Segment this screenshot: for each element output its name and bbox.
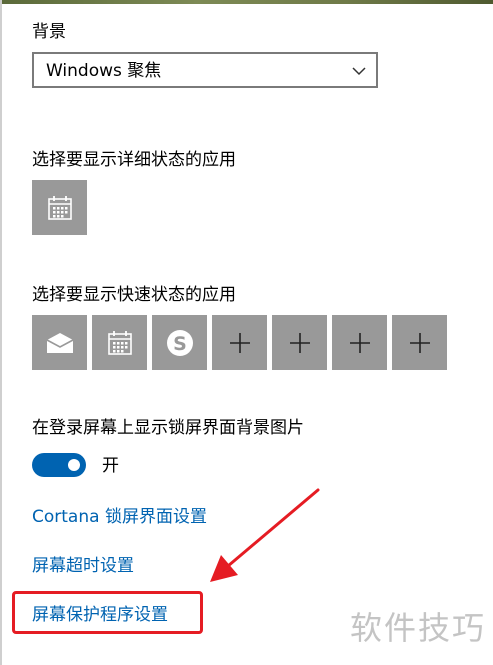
background-label: 背景 xyxy=(32,22,66,42)
detailed-status-label: 选择要显示详细状态的应用 xyxy=(32,150,236,170)
quick-status-add-slot-3[interactable] xyxy=(332,315,387,370)
quick-status-add-slot-2[interactable] xyxy=(272,315,327,370)
background-dropdown[interactable]: Windows 聚焦 xyxy=(32,52,378,88)
plus-icon xyxy=(229,332,250,353)
plus-icon xyxy=(289,332,310,353)
background-image-strip xyxy=(0,0,493,4)
quick-status-app-mail[interactable] xyxy=(32,315,87,370)
quick-status-app-skype[interactable]: S xyxy=(152,315,207,370)
plus-icon xyxy=(409,332,430,353)
watermark: 软件技巧 xyxy=(350,609,487,647)
svg-text:S: S xyxy=(173,333,187,355)
highlight-box xyxy=(12,591,203,634)
background-dropdown-value: Windows 聚焦 xyxy=(46,61,162,81)
signin-background-label: 在登录屏幕上显示锁屏界面背景图片 xyxy=(32,418,304,438)
plus-icon xyxy=(349,332,370,353)
calendar-icon xyxy=(47,195,72,220)
toggle-knob xyxy=(68,459,80,471)
chevron-down-icon xyxy=(352,67,366,76)
cortana-lock-screen-settings-link[interactable]: Cortana 锁屏界面设置 xyxy=(32,507,207,527)
detailed-status-app-calendar[interactable] xyxy=(32,180,87,235)
quick-status-add-slot-1[interactable] xyxy=(212,315,267,370)
skype-icon: S xyxy=(166,329,193,356)
quick-status-app-calendar[interactable] xyxy=(92,315,147,370)
toggle-state-label: 开 xyxy=(102,456,119,476)
signin-background-toggle[interactable] xyxy=(32,453,86,477)
mail-icon xyxy=(46,332,73,353)
calendar-icon xyxy=(107,330,132,355)
screen-timeout-settings-link[interactable]: 屏幕超时设置 xyxy=(32,556,134,576)
quick-status-add-slot-4[interactable] xyxy=(392,315,447,370)
quick-status-label: 选择要显示快速状态的应用 xyxy=(32,285,236,305)
left-divider xyxy=(0,0,2,665)
